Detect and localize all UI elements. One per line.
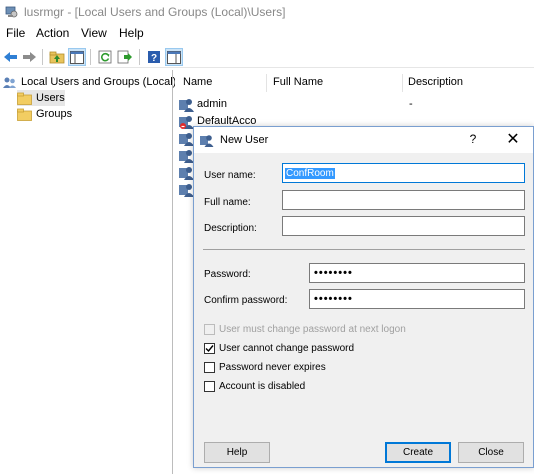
password-label: Password:	[204, 269, 251, 280]
column-header-full-name[interactable]: Full Name	[273, 76, 323, 88]
cannot-change-password-checkbox[interactable]: User cannot change password	[204, 341, 354, 355]
user-description: -	[409, 98, 413, 110]
fullname-field[interactable]	[282, 190, 525, 210]
checkbox-label: User must change password at next logon	[219, 323, 406, 335]
description-label: Description:	[204, 223, 257, 234]
tree-root[interactable]: Local Users and Groups (Local)	[2, 74, 176, 90]
dialog-title: New User	[220, 134, 269, 146]
computer-management-icon	[5, 6, 18, 18]
username-label: User name:	[204, 170, 256, 181]
column-separator[interactable]	[266, 74, 267, 92]
checkmark-icon	[205, 344, 214, 352]
help-question-icon[interactable]: ?	[464, 132, 482, 148]
list-item[interactable]: admin -	[179, 96, 413, 112]
must-change-password-checkbox[interactable]: User must change password at next logon	[204, 322, 406, 336]
checkbox-box	[204, 323, 215, 335]
back-arrow-icon[interactable]	[2, 48, 20, 66]
tree-root-label: Local Users and Groups (Local)	[21, 76, 177, 88]
checkbox-label: Account is disabled	[219, 380, 306, 392]
fullname-label: Full name:	[204, 197, 251, 208]
window-titlebar: lusrmgr - [Local Users and Groups (Local…	[0, 0, 534, 24]
folder-icon	[17, 108, 32, 121]
checkbox-label: User cannot change password	[219, 342, 355, 354]
create-button[interactable]: Create	[385, 442, 451, 463]
toolbar: ?	[0, 46, 534, 68]
confirm-password-value: ••••••••	[314, 293, 353, 305]
dialog-titlebar[interactable]: New User ? ✕	[194, 127, 533, 153]
column-header-description[interactable]: Description	[408, 76, 463, 88]
checkbox-label: Password never expires	[219, 361, 326, 373]
password-never-expires-checkbox[interactable]: Password never expires	[204, 360, 326, 374]
properties-icon[interactable]	[165, 48, 183, 66]
column-header-name[interactable]: Name	[183, 76, 212, 88]
password-field[interactable]: ••••••••	[309, 263, 525, 283]
username-value: ConfRoom	[285, 167, 335, 179]
refresh-icon[interactable]	[96, 48, 114, 66]
help-book-icon[interactable]: ?	[145, 48, 163, 66]
username-field[interactable]: ConfRoom	[282, 163, 525, 183]
window-title: lusrmgr - [Local Users and Groups (Local…	[24, 5, 286, 19]
show-tree-icon[interactable]	[68, 48, 86, 66]
console-tree: Local Users and Groups (Local) Users Gro…	[0, 70, 176, 474]
users-groups-icon	[3, 77, 16, 88]
user-name: admin	[197, 98, 227, 110]
toolbar-separator	[139, 49, 140, 65]
confirm-password-label: Confirm password:	[204, 295, 288, 306]
account-disabled-checkbox[interactable]: Account is disabled	[204, 379, 305, 393]
folder-icon	[17, 92, 32, 105]
password-value: ••••••••	[314, 267, 353, 279]
menu-help[interactable]: Help	[119, 26, 144, 40]
close-icon[interactable]: ✕	[502, 130, 524, 150]
toolbar-separator	[42, 49, 43, 65]
tree-item-users[interactable]: Users	[17, 90, 65, 106]
new-user-icon	[200, 135, 214, 147]
checkbox-box	[204, 361, 215, 373]
close-button[interactable]: Close	[458, 442, 524, 463]
column-separator[interactable]	[402, 74, 403, 92]
tree-item-label: Groups	[36, 108, 73, 120]
menu-file[interactable]: File	[6, 26, 25, 40]
menu-action[interactable]: Action	[36, 26, 69, 40]
help-button[interactable]: Help	[204, 442, 270, 463]
menu-bar: File Action View Help	[0, 25, 534, 43]
menu-view[interactable]: View	[81, 26, 107, 40]
user-icon	[179, 98, 194, 112]
new-user-dialog: New User ? ✕ User name: ConfRoom Full na…	[193, 126, 534, 468]
tree-item-label: Users	[36, 92, 65, 104]
divider	[203, 249, 525, 250]
up-folder-icon[interactable]	[48, 48, 66, 66]
tree-item-groups[interactable]: Groups	[17, 106, 72, 122]
checkbox-box	[204, 342, 215, 354]
forward-arrow-icon[interactable]	[20, 48, 38, 66]
export-list-icon[interactable]	[116, 48, 134, 66]
checkbox-box	[204, 380, 215, 392]
toolbar-separator	[90, 49, 91, 65]
description-field[interactable]	[282, 216, 525, 236]
confirm-password-field[interactable]: ••••••••	[309, 289, 525, 309]
svg-text:?: ?	[151, 53, 157, 64]
